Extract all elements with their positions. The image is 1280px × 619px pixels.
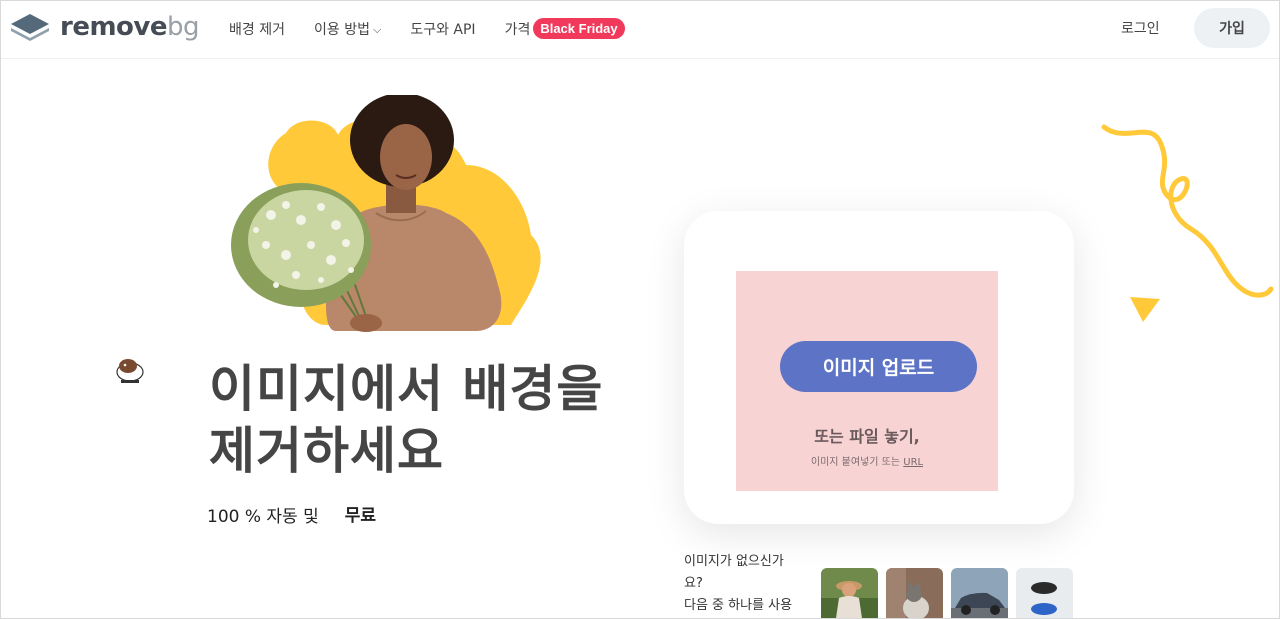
drop-file-text: 또는 파일 놓기, [814, 427, 920, 446]
sample-person-image [821, 568, 878, 618]
logo-icon [11, 14, 49, 41]
hero-headline: 이미지에서 배경을 제거하세요 [209, 358, 603, 482]
signup-button[interactable]: 가입 [1194, 8, 1270, 48]
sample-thumb-cat[interactable] [886, 568, 943, 618]
url-link[interactable]: URL [903, 457, 923, 468]
main-nav: 배경 제거 이용 방법 ⌵ 도구와 API 가격 Black Friday [229, 18, 654, 39]
sample-thumb-gamepads[interactable] [1016, 568, 1073, 618]
page: removebg 배경 제거 이용 방법 ⌵ 도구와 API 가격 Black … [0, 0, 1280, 619]
coffee-mascot-icon [116, 359, 144, 383]
sample-car-image [951, 568, 1008, 618]
sample-thumb-car[interactable] [951, 568, 1008, 618]
nav-tools-api[interactable]: 도구와 API [410, 19, 475, 39]
hero-image [231, 95, 541, 332]
logo[interactable]: removebg [10, 12, 200, 42]
logo-wordmark: removebg [60, 12, 200, 42]
upload-card: 이미지 업로드 또는 파일 놓기, 이미지 붙여넣기 또는 URL [684, 211, 1074, 524]
squiggle-decoration [1101, 124, 1274, 322]
free-highlight: 무료 [331, 499, 390, 529]
login-link[interactable]: 로그인 [1121, 18, 1160, 38]
sample-gamepads-image [1016, 568, 1073, 618]
samples-label: 이미지가 없으신가 요? 다음 중 하나를 사용 [684, 554, 793, 613]
chevron-down-icon: ⌵ [372, 22, 382, 36]
hero-subline: 100 % 자동 및 무료 [207, 499, 390, 529]
nav-pricing[interactable]: 가격 Black Friday [505, 18, 625, 39]
headline-line-1: 이미지에서 배경을 [209, 360, 604, 418]
nav-how-to-use[interactable]: 이용 방법 ⌵ [314, 19, 381, 39]
nav-remove-background[interactable]: 배경 제거 [229, 19, 285, 39]
headline-line-2: 제거하세요 [209, 422, 444, 480]
black-friday-badge: Black Friday [533, 18, 625, 39]
sample-thumb-person[interactable] [821, 568, 878, 618]
subline-text: 100 % 자동 및 [207, 506, 319, 527]
paste-hint: 이미지 붙여넣기 또는 URL [810, 457, 924, 468]
sample-cat-image [886, 568, 943, 618]
drop-zone[interactable]: 이미지 업로드 또는 파일 놓기, 이미지 붙여넣기 또는 URL [736, 271, 998, 491]
top-header: removebg 배경 제거 이용 방법 ⌵ 도구와 API 가격 Black … [1, 1, 1279, 59]
upload-image-button[interactable]: 이미지 업로드 [780, 341, 977, 392]
